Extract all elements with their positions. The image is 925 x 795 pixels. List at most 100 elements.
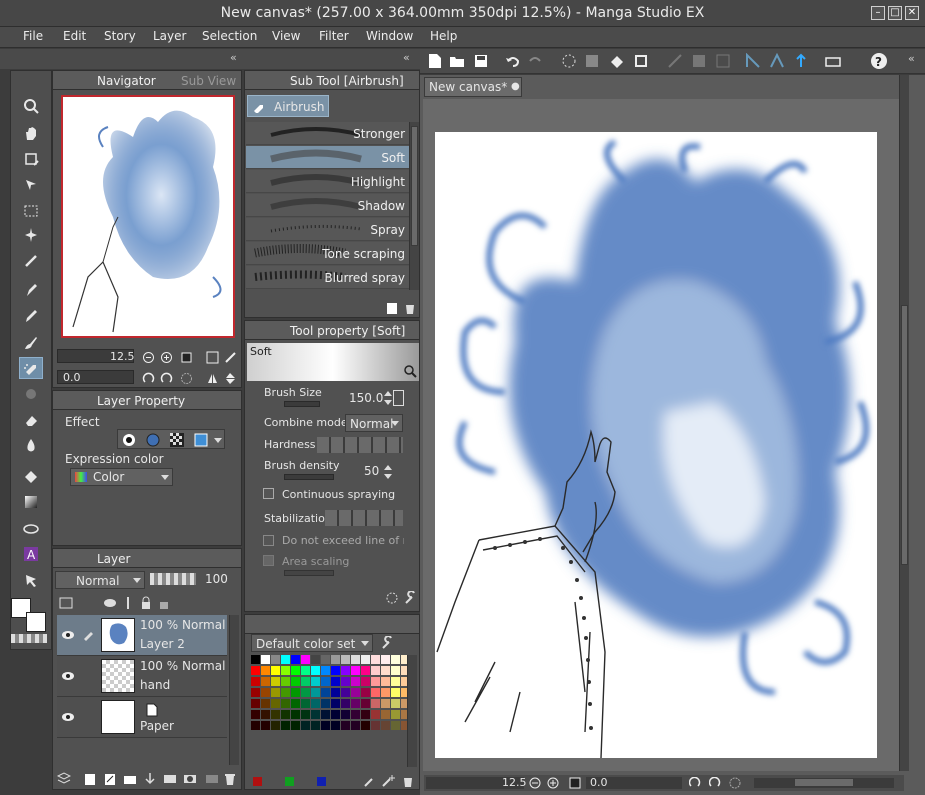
color-swatch[interactable] <box>351 710 360 719</box>
scroll-thumb[interactable] <box>794 778 854 787</box>
tab-navigator[interactable]: Navigator <box>97 74 156 88</box>
mask-layer-icon[interactable] <box>181 770 199 788</box>
zoom-slider[interactable]: 12.5 <box>57 349 135 363</box>
color-swatch[interactable] <box>351 699 360 708</box>
color-swatch[interactable] <box>361 677 370 686</box>
brush-item-stronger[interactable]: Stronger <box>246 122 409 145</box>
brush-item-spray[interactable]: Spray <box>246 218 409 241</box>
wrench-icon[interactable] <box>378 634 396 652</box>
color-swatch[interactable] <box>261 721 270 730</box>
color-swatch[interactable] <box>361 710 370 719</box>
minimize-button[interactable]: – <box>871 6 885 20</box>
canvas-viewport[interactable] <box>423 99 899 771</box>
blend-tool[interactable] <box>19 434 43 456</box>
zoom-slider[interactable]: 12.5 <box>426 776 527 789</box>
scroll-thumb[interactable] <box>901 305 908 565</box>
color-swatch[interactable] <box>391 666 400 675</box>
color-swatch[interactable] <box>341 655 350 664</box>
color-swatch[interactable] <box>361 699 370 708</box>
color-swatch[interactable] <box>351 688 360 697</box>
grid-icon[interactable] <box>690 52 708 70</box>
open-file-icon[interactable] <box>448 52 466 70</box>
menu-file[interactable]: File <box>23 29 43 43</box>
color-swatch[interactable] <box>351 655 360 664</box>
brush-size-slider[interactable] <box>284 401 320 407</box>
ruler-icon[interactable] <box>714 52 732 70</box>
airbrush-tool[interactable] <box>19 357 43 379</box>
color-swatch[interactable] <box>281 710 290 719</box>
rotate-slider[interactable]: 0.0 <box>586 776 682 789</box>
zoom-in-icon[interactable] <box>157 348 175 366</box>
reference-icon[interactable] <box>119 594 137 612</box>
eye-icon[interactable] <box>59 626 77 644</box>
color-swatch[interactable] <box>391 655 400 664</box>
color-swatch[interactable] <box>311 699 320 708</box>
deselect-icon[interactable] <box>560 52 578 70</box>
color-swatch[interactable] <box>311 710 320 719</box>
color-swatch[interactable] <box>321 677 330 686</box>
scroll-thumb[interactable] <box>411 126 418 246</box>
menu-view[interactable]: View <box>272 29 300 43</box>
color-swatch[interactable] <box>311 721 320 730</box>
effect-dropdown-icon[interactable] <box>214 438 222 443</box>
eyedropper-icon[interactable] <box>361 772 379 790</box>
rotate-slider[interactable]: 0.0 <box>57 370 134 384</box>
zoom-out-icon[interactable] <box>139 348 157 366</box>
color-swatch[interactable] <box>321 710 330 719</box>
color-swatch[interactable] <box>391 699 400 708</box>
stabilization-selector[interactable] <box>325 510 403 526</box>
search-icon[interactable] <box>401 362 419 380</box>
layer-color-icon[interactable] <box>192 431 210 449</box>
color-swatch[interactable] <box>371 721 380 730</box>
color-swatch[interactable] <box>251 721 260 730</box>
lock-icon[interactable] <box>137 594 155 612</box>
new-file-icon[interactable] <box>426 52 444 70</box>
delete-subtool-icon[interactable] <box>401 299 419 317</box>
color-swatch[interactable] <box>351 677 360 686</box>
color-swatch[interactable] <box>321 699 330 708</box>
opacity-slider[interactable] <box>150 573 196 585</box>
color-swatch[interactable] <box>281 655 290 664</box>
eye-icon[interactable] <box>59 667 77 685</box>
color-swatch[interactable] <box>381 721 390 730</box>
actual-size-icon[interactable] <box>177 348 195 366</box>
color-swatch[interactable] <box>301 666 310 675</box>
color-scrollbar[interactable] <box>407 655 417 767</box>
transfer-icon[interactable] <box>161 770 179 788</box>
tab-tool-property[interactable]: Tool property [Soft] <box>290 324 405 338</box>
color-swatch[interactable] <box>281 721 290 730</box>
reset-rotate-icon[interactable] <box>177 369 195 387</box>
color-swatch[interactable] <box>291 677 300 686</box>
flip-horizontal-icon[interactable] <box>203 369 221 387</box>
color-swatch[interactable] <box>341 688 350 697</box>
combine-mode-dropdown[interactable]: Normal <box>345 414 403 432</box>
brush-item-tone-scraping[interactable]: Tone scraping <box>246 242 409 265</box>
rotate-right-icon[interactable] <box>706 774 724 792</box>
collapse-left-icon[interactable]: « <box>230 51 237 64</box>
color-swatch[interactable] <box>331 677 340 686</box>
color-swatch[interactable] <box>281 688 290 697</box>
recent-color-swatch[interactable] <box>253 777 262 786</box>
color-swatch[interactable] <box>361 655 370 664</box>
color-swatch[interactable] <box>331 688 340 697</box>
color-swatch[interactable] <box>371 677 380 686</box>
color-swatch[interactable] <box>291 666 300 675</box>
color-swatch[interactable] <box>281 666 290 675</box>
close-button[interactable]: ✕ <box>905 6 919 20</box>
color-swatch[interactable] <box>351 721 360 730</box>
tab-subview[interactable]: Sub View <box>181 74 236 88</box>
color-swatch[interactable] <box>251 677 260 686</box>
brush-tool[interactable] <box>19 332 43 354</box>
continuous-spraying-checkbox[interactable] <box>263 488 274 499</box>
fill-selection-icon[interactable] <box>608 52 626 70</box>
hand-tool[interactable] <box>19 122 43 144</box>
transparent-color-swatch[interactable] <box>11 634 47 643</box>
color-set-dropdown[interactable]: Default color set <box>251 634 373 652</box>
color-swatch[interactable] <box>301 699 310 708</box>
collapse-right-icon[interactable]: « <box>403 51 410 64</box>
color-swatch[interactable] <box>341 721 350 730</box>
color-swatch[interactable] <box>261 677 270 686</box>
color-swatch[interactable] <box>341 699 350 708</box>
sub-color-swatch[interactable] <box>26 612 46 632</box>
delete-layer-icon[interactable] <box>221 770 239 788</box>
